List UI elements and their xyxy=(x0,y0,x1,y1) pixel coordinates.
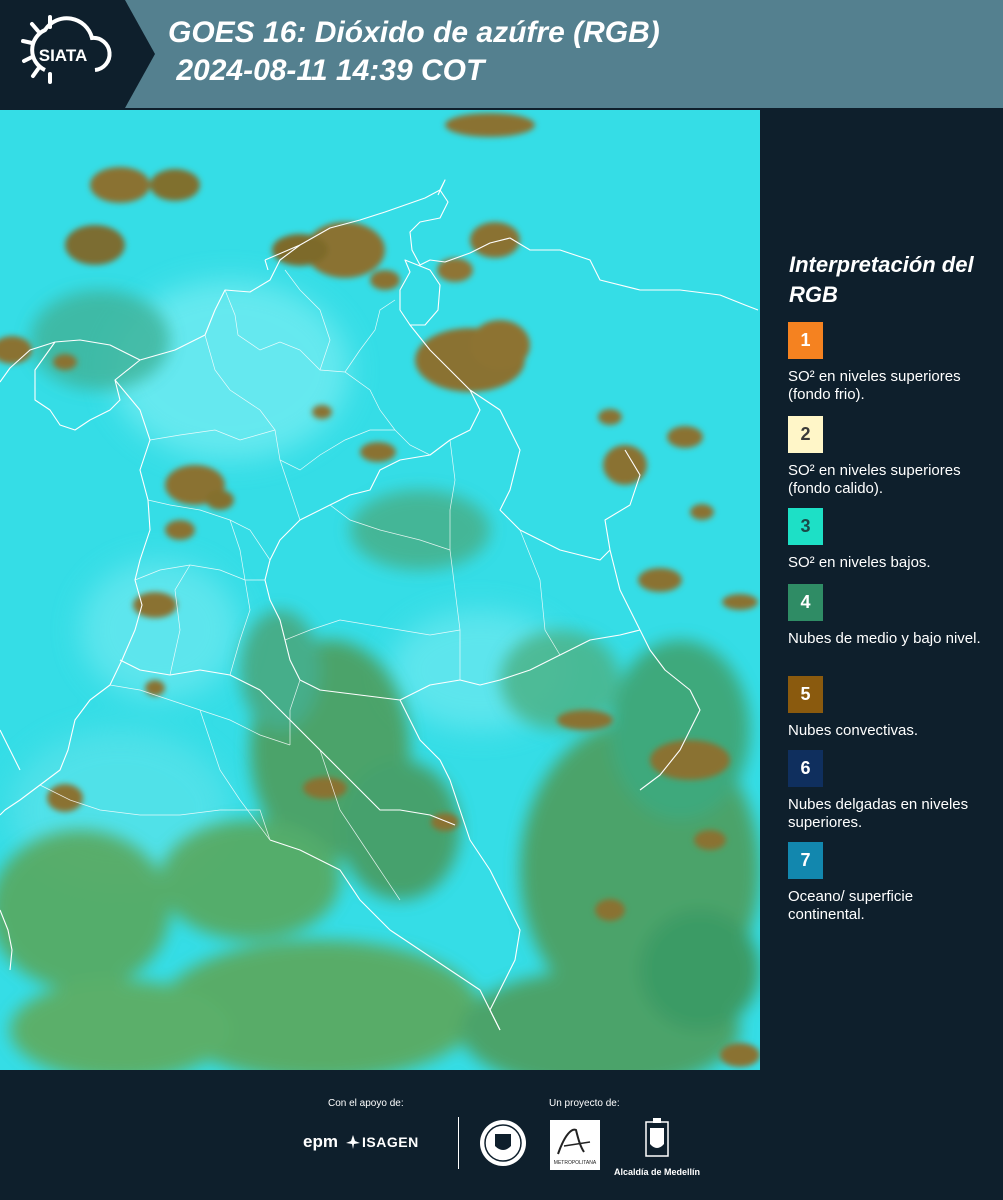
legend-label-6: Nubes delgadas en niveles superiores. xyxy=(788,796,969,831)
epm-logo: epm xyxy=(303,1132,338,1151)
legend-item-2: 2 SO² en niveles superiores (fondo calid… xyxy=(788,416,993,498)
legend-swatch-1: 1 xyxy=(788,322,823,359)
siata-logo: SIATA xyxy=(0,0,155,108)
page-title: GOES 16: Dióxido de azúfre (RGB) 2024-08… xyxy=(168,16,660,87)
support-label: Con el apoyo de: xyxy=(328,1098,404,1109)
header-bar: SIATA GOES 16: Dióxido de azúfre (RGB) 2… xyxy=(0,0,1003,108)
legend-swatch-5: 5 xyxy=(788,676,823,713)
isagen-logo: ISAGEN xyxy=(362,1134,419,1150)
legend-swatch-4: 4 xyxy=(788,584,823,621)
legend-swatch-7: 7 xyxy=(788,842,823,879)
legend-item-7: 7 Oceano/ superficie continental. xyxy=(788,842,993,924)
legend-label-3: SO² en niveles bajos. xyxy=(788,554,931,571)
legend-swatch-2: 2 xyxy=(788,416,823,453)
alcaldia-text: Alcaldía de Medellín xyxy=(613,1167,701,1177)
legend-label-7: Oceano/ superficie continental. xyxy=(788,888,914,923)
map-svg xyxy=(0,110,760,1070)
siata-sun-cloud-icon: SIATA xyxy=(21,15,112,84)
legend-item-5: 5 Nubes convectivas. xyxy=(788,676,993,740)
medellin-seal-icon xyxy=(480,1120,526,1166)
footer: Con el apoyo de: Un proyecto de: epm ISA… xyxy=(0,1070,1003,1200)
legend-label-5: Nubes convectivas. xyxy=(788,722,919,739)
legend-item-4: 4 Nubes de medio y bajo nivel. xyxy=(788,584,993,648)
legend-item-1: 1 SO² en niveles superiores (fondo frio)… xyxy=(788,322,993,404)
legend-swatch-3: 3 xyxy=(788,508,823,545)
legend-swatch-6: 6 xyxy=(788,750,823,787)
legend-item-3: 3 SO² en niveles bajos. xyxy=(788,508,993,572)
legend-item-6: 6 Nubes delgadas en niveles superiores. xyxy=(788,750,993,832)
legend-number-3: 3 xyxy=(800,516,811,536)
legend-number-6: 6 xyxy=(800,758,811,778)
satellite-map xyxy=(0,110,760,1070)
legend-title: Interpretación del RGB xyxy=(789,252,974,307)
legend-number-5: 5 xyxy=(800,684,811,704)
area-metropolitana-text: METROPOLITANA xyxy=(554,1160,597,1166)
alcaldia-logo: Alcaldía de Medellín xyxy=(612,1118,702,1177)
isagen-mark-icon xyxy=(346,1135,360,1149)
alcaldia-crest-icon xyxy=(645,1118,669,1157)
legend-label-4: Nubes de medio y bajo nivel. xyxy=(788,630,981,647)
area-metropolitana-logo: METROPOLITANA xyxy=(550,1120,600,1170)
legend-label-2: SO² en niveles superiores (fondo calido)… xyxy=(788,462,961,497)
siata-logo-text: SIATA xyxy=(39,46,87,65)
area-metropolitana-icon: METROPOLITANA xyxy=(554,1128,597,1166)
project-label: Un proyecto de: xyxy=(549,1098,620,1109)
legend-panel: Interpretación del RGB 1 SO² en niveles … xyxy=(760,110,1003,1070)
legend-label-1: SO² en niveles superiores (fondo frio). xyxy=(788,368,961,403)
legend-number-7: 7 xyxy=(800,850,811,870)
legend-number-2: 2 xyxy=(800,424,811,444)
footer-divider xyxy=(458,1117,459,1169)
legend-number-1: 1 xyxy=(800,330,811,350)
legend-number-4: 4 xyxy=(800,592,811,612)
